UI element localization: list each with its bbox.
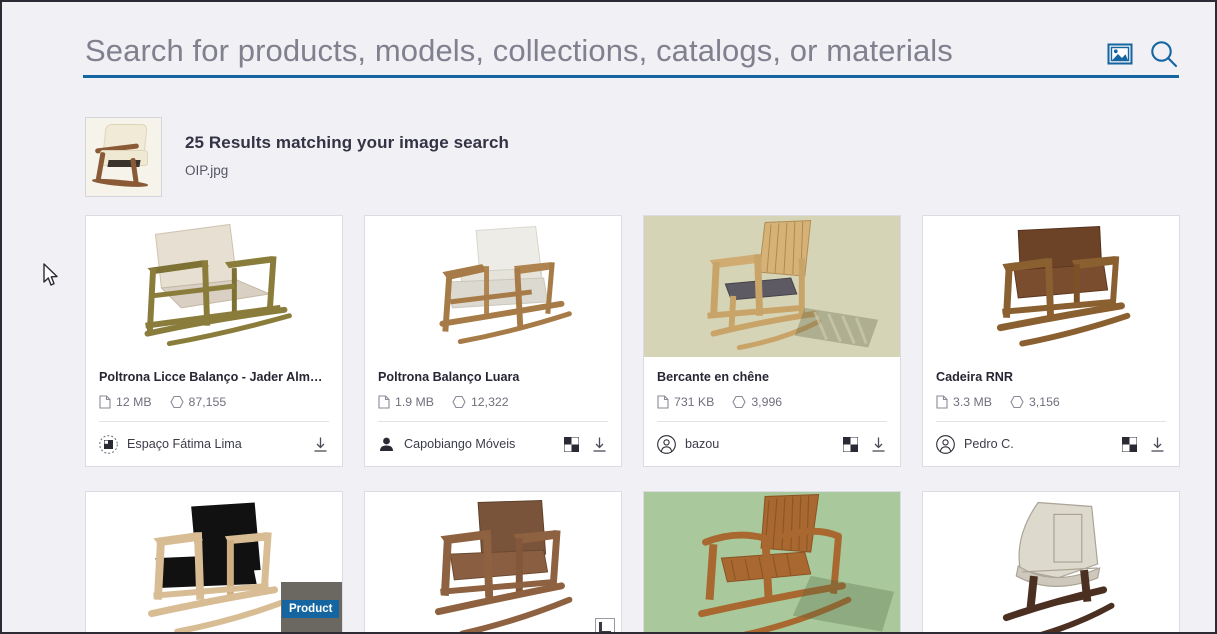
polycount: 3,156	[1010, 395, 1060, 409]
search-actions	[1107, 39, 1179, 75]
card-thumbnail[interactable]	[365, 492, 621, 632]
download-icon[interactable]	[1149, 436, 1166, 453]
card-body: Cadeira RNR 3.3 MB 3,156	[923, 357, 1179, 409]
image-search-icon[interactable]	[1107, 42, 1133, 66]
file-icon	[378, 395, 390, 409]
card-footer: Pedro C.	[923, 422, 1179, 466]
card-title: Poltrona Balanço Luara	[378, 370, 520, 384]
card-thumbnail[interactable]	[923, 216, 1179, 357]
search-icon[interactable]	[1149, 39, 1179, 69]
card-meta: 12 MB 87,155	[99, 395, 329, 409]
corner-crop-icon[interactable]	[595, 618, 615, 632]
card-meta: 1.9 MB 12,322	[378, 395, 608, 409]
polycount: 87,155	[169, 395, 227, 409]
results-grid: Poltrona Licce Balanço - Jader Almei... …	[85, 215, 1181, 632]
card-title: Poltrona Licce Balanço - Jader Almei...	[99, 370, 329, 384]
download-icon[interactable]	[312, 436, 329, 453]
author-name[interactable]: Capobiango Móveis	[404, 437, 555, 451]
file-size: 1.9 MB	[378, 395, 434, 409]
file-size-label: 3.3 MB	[953, 395, 992, 409]
file-size-label: 731 KB	[674, 395, 715, 409]
download-icon[interactable]	[870, 436, 887, 453]
texture-icon[interactable]	[1122, 436, 1137, 452]
texture-icon[interactable]	[843, 436, 858, 452]
card-footer: Capobiango Móveis	[365, 422, 621, 466]
results-count: 25 Results matching your image search	[185, 133, 509, 152]
polygon-icon	[732, 395, 746, 409]
mouse-cursor	[43, 263, 58, 286]
card-body: Bercante en chêne 731 KB 3,996	[644, 357, 900, 409]
card-title: Bercante en chêne	[657, 370, 769, 384]
card-footer: bazou	[644, 422, 900, 466]
search-input[interactable]	[83, 33, 1107, 75]
chair-illustration	[996, 225, 1131, 347]
query-image-thumbnail[interactable]	[85, 117, 162, 197]
card-meta: 3.3 MB 3,156	[936, 395, 1166, 409]
chair-illustration	[1002, 501, 1115, 632]
file-icon	[936, 395, 948, 409]
polygon-icon	[452, 395, 466, 409]
polycount-label: 87,155	[188, 395, 227, 409]
download-icon[interactable]	[591, 436, 608, 453]
chair-illustration	[434, 500, 573, 632]
card-body: Poltrona Balanço Luara 1.9 MB 12,322	[365, 357, 621, 409]
file-size: 12 MB	[99, 395, 152, 409]
person-icon	[380, 437, 393, 451]
brand-avatar-icon	[99, 434, 118, 454]
result-card[interactable]: Poltrona Balanço Luara 1.9 MB 12,322 Cap…	[364, 215, 622, 467]
file-icon	[99, 395, 111, 409]
card-title: Cadeira RNR	[936, 370, 1013, 384]
footer-actions	[1122, 436, 1166, 453]
texture-icon[interactable]	[564, 436, 579, 452]
file-size-label: 12 MB	[116, 395, 152, 409]
footer-actions	[312, 436, 329, 453]
file-icon	[657, 395, 669, 409]
card-thumbnail[interactable]	[86, 216, 342, 357]
user-circle-icon	[657, 434, 676, 454]
product-badge: Product	[282, 600, 340, 618]
file-size: 3.3 MB	[936, 395, 992, 409]
user-circle-icon	[936, 434, 955, 454]
card-thumbnail[interactable]: Product	[86, 492, 342, 632]
polycount-label: 12,322	[470, 395, 509, 409]
author-name[interactable]: bazou	[685, 437, 834, 451]
result-card[interactable]: Cadeira RNR 3.3 MB 3,156 Pedro C.	[922, 215, 1180, 467]
author-name[interactable]: Pedro C.	[964, 437, 1113, 451]
card-footer: Espaço Fátima Lima	[86, 422, 342, 466]
card-thumbnail[interactable]	[644, 492, 900, 632]
chair-illustration	[144, 223, 292, 347]
query-filename: OIP.jpg	[185, 163, 229, 178]
result-card[interactable]	[364, 491, 622, 632]
result-card[interactable]: Poltrona Licce Balanço - Jader Almei... …	[85, 215, 343, 467]
polycount: 3,996	[732, 395, 782, 409]
file-size-label: 1.9 MB	[395, 395, 434, 409]
result-card[interactable]: Product	[85, 491, 343, 632]
polygon-icon	[1010, 395, 1024, 409]
author-name[interactable]: Espaço Fátima Lima	[127, 437, 303, 451]
polycount-label: 3,996	[751, 395, 783, 409]
chair-illustration	[707, 219, 879, 351]
polycount: 12,322	[452, 395, 509, 409]
search-bar	[83, 26, 1179, 78]
chair-illustration	[439, 225, 572, 345]
file-size: 731 KB	[657, 395, 714, 409]
polygon-icon	[169, 395, 184, 409]
polycount-label: 3,156	[1028, 395, 1060, 409]
application-window: 25 Results matching your image search OI…	[0, 0, 1217, 634]
footer-actions	[564, 436, 608, 453]
card-thumbnail[interactable]	[365, 216, 621, 357]
card-body: Poltrona Licce Balanço - Jader Almei... …	[86, 357, 342, 409]
result-card[interactable]	[643, 491, 901, 632]
result-card[interactable]	[922, 491, 1180, 632]
card-thumbnail[interactable]	[644, 216, 900, 357]
results-header: 25 Results matching your image search OI…	[85, 117, 509, 197]
result-card[interactable]: Bercante en chêne 731 KB 3,996 bazou	[643, 215, 901, 467]
card-meta: 731 KB 3,996	[657, 395, 887, 409]
footer-actions	[843, 436, 887, 453]
chair-illustration	[698, 494, 895, 632]
results-text-block: 25 Results matching your image search OI…	[185, 117, 509, 178]
card-thumbnail[interactable]	[923, 492, 1179, 632]
